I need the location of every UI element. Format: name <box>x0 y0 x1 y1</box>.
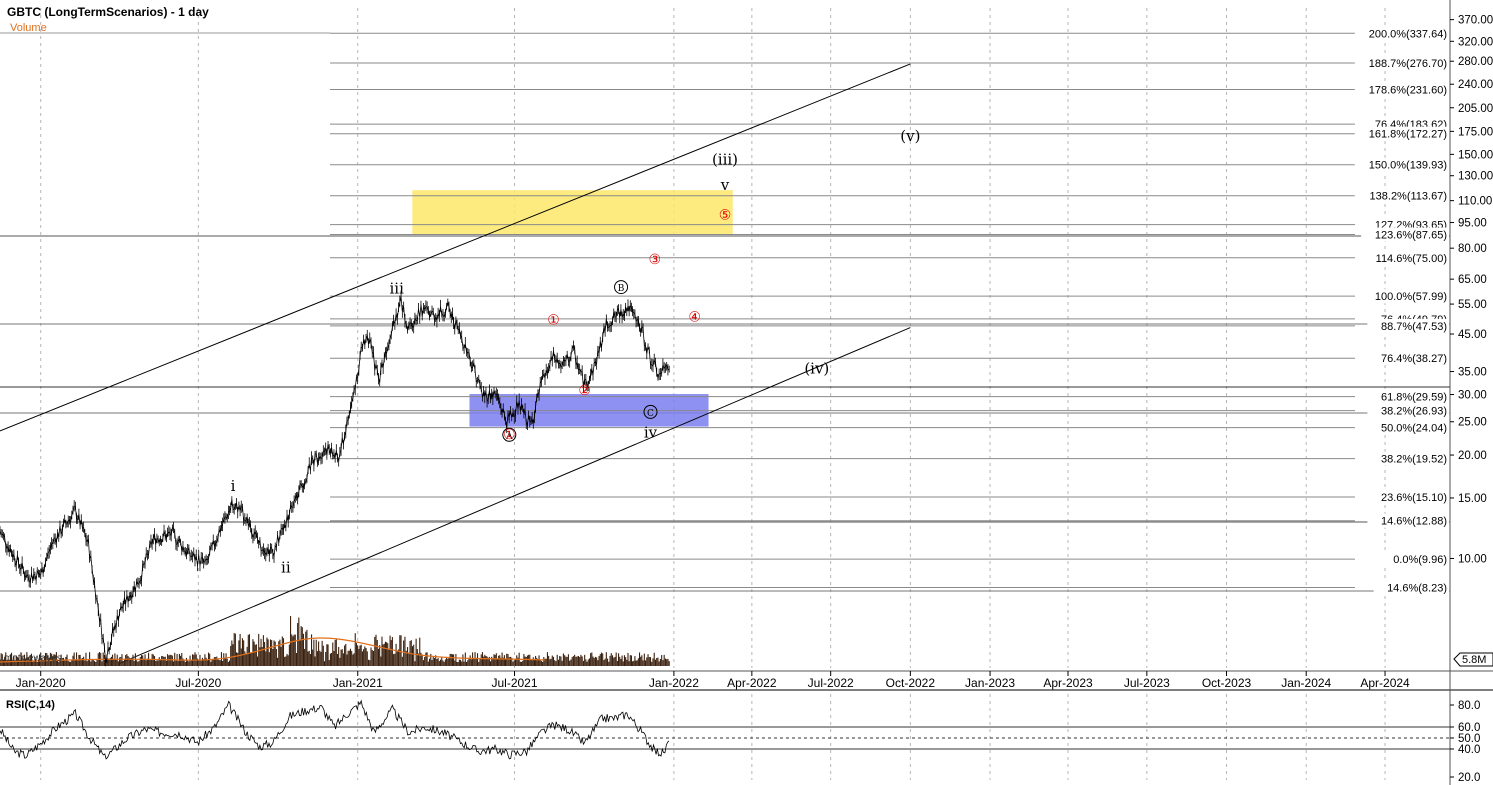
y-tick-label: 150.00 <box>1458 149 1493 161</box>
fib-level-label: 38.2%(19.52) <box>1381 454 1447 466</box>
fib-level-label: 76.4%(38.27) <box>1381 353 1447 365</box>
x-tick-label: Jul-2023 <box>1124 676 1170 690</box>
y-tick-label: 95.00 <box>1458 218 1487 230</box>
y-tick-label: 205.00 <box>1458 103 1493 115</box>
fib-level-label: 14.6%(12.88) <box>1381 516 1447 528</box>
x-tick-label: Oct-2022 <box>886 676 936 690</box>
rsi-y-tick-label: 20.0 <box>1458 772 1480 784</box>
fib-level-label: 150.0%(139.93) <box>1369 160 1447 172</box>
x-tick-label: Jan-2020 <box>16 676 66 690</box>
y-tick-label: 65.00 <box>1458 274 1487 286</box>
target-zone-yellow <box>412 190 733 234</box>
rsi-line <box>0 699 670 760</box>
fib-level-label: 178.6%(231.60) <box>1369 85 1447 97</box>
x-tick-label: Jul-2020 <box>175 676 221 690</box>
wave-label: B <box>618 284 625 294</box>
price-series <box>0 290 670 667</box>
fib-level-label: 188.7%(276.70) <box>1369 58 1447 70</box>
x-tick-label: Apr-2022 <box>727 676 777 690</box>
fib-level-label: 100.0%(57.99) <box>1375 291 1447 303</box>
fib-level-label: 23.6%(15.10) <box>1381 492 1447 504</box>
x-tick-label: Jan-2022 <box>649 676 699 690</box>
fib-levels: 200.0%(337.64) 188.7%(276.70) 178.6%(231.6… <box>330 26 1449 595</box>
stock-chart[interactable]: 200.0%(337.64) 188.7%(276.70) 178.6%(231.6… <box>0 0 1493 785</box>
fib-level-label: 50.0%(24.04) <box>1381 423 1447 435</box>
trend-channel <box>0 63 911 664</box>
wave-label: v <box>720 176 730 194</box>
channel-upper-line <box>0 63 911 432</box>
chart-title: GBTC (LongTermScenarios) - 1 day <box>7 5 209 19</box>
x-tick-label: Jul-2022 <box>808 676 854 690</box>
y-tick-label: 10.00 <box>1458 553 1487 565</box>
wave-label: ii <box>281 559 291 577</box>
rsi-panel[interactable]: 80.060.050.040.020.0 <box>0 699 1480 784</box>
fib-level-label: 200.0%(337.64) <box>1369 28 1447 40</box>
y-tick-label: 175.00 <box>1458 126 1493 138</box>
x-tick-label: Apr-2023 <box>1043 676 1093 690</box>
fib-level-label: 38.2%(26.93) <box>1381 406 1447 418</box>
chart-gridlines <box>0 0 1493 785</box>
x-tick-label: Jul-2021 <box>492 676 538 690</box>
watermark-text: motivewaves <box>4 653 62 664</box>
fib-level-label: 0.0%(9.96) <box>1393 554 1447 566</box>
y-tick-label: 130.00 <box>1458 171 1493 183</box>
wave-label: iii <box>390 280 405 298</box>
rsi-y-tick-label: 40.0 <box>1458 744 1480 756</box>
wave-label: i <box>231 477 236 495</box>
y-tick-label: 45.00 <box>1458 329 1487 341</box>
wave-label: C <box>647 409 654 419</box>
wave-label: (iii) <box>712 151 738 169</box>
fib-level-label: 114.6%(75.00) <box>1376 253 1447 265</box>
fib-level-label: 161.8%(172.27) <box>1369 129 1447 141</box>
wave-label: ① <box>547 312 560 328</box>
y-tick-label: 25.00 <box>1458 417 1487 429</box>
y-tick-label: 30.00 <box>1458 390 1487 402</box>
rsi-y-tick-label: 80.0 <box>1458 700 1480 712</box>
y-tick-label: 240.00 <box>1458 79 1493 91</box>
wave-label: (iv) <box>804 360 829 378</box>
y-tick-label: 370.00 <box>1458 15 1493 27</box>
x-tick-label: Oct-2023 <box>1202 676 1252 690</box>
wave-label: ② <box>578 383 591 399</box>
volume-value-label: 5.8M <box>1462 654 1486 666</box>
x-tick-label: Jan-2023 <box>965 676 1015 690</box>
time-axis[interactable]: Jan-2020 Jul-2020 Jan-2021 Jul-2021 Jan-2022… <box>16 671 1410 690</box>
volume-legend: Volume <box>10 22 47 34</box>
wave-label: ③ <box>649 252 662 268</box>
y-tick-label: 55.00 <box>1458 299 1487 311</box>
y-tick-label: 20.00 <box>1458 450 1487 462</box>
fib-level-label: 88.7%(47.53) <box>1381 321 1447 333</box>
wave-label: ④ <box>688 309 701 325</box>
y-tick-label: 110.00 <box>1458 196 1492 208</box>
fib-level-label: 138.2%(113.67) <box>1370 191 1447 203</box>
fib-level-label: 61.8%(29.59) <box>1381 392 1447 404</box>
channel-lower-line <box>119 327 911 664</box>
wave-label: (v) <box>900 127 920 145</box>
y-tick-label: 80.00 <box>1458 243 1487 255</box>
x-tick-label: Jan-2021 <box>333 676 383 690</box>
rsi-title: RSI(C,14) <box>6 699 55 711</box>
wave-label: iv <box>644 423 658 441</box>
price-line <box>0 296 670 663</box>
fib-level-label: 123.6%(87.65) <box>1375 230 1447 242</box>
y-tick-label: 280.00 <box>1458 56 1493 68</box>
x-tick-label: Apr-2024 <box>1360 676 1410 690</box>
x-tick-label: Jan-2024 <box>1281 676 1331 690</box>
fib-level-label: 14.6%(8.23) <box>1387 583 1447 595</box>
price-axis[interactable]: 370.00 320.00 280.00 240.00 205.00 175.00 150.… <box>1450 15 1493 667</box>
y-tick-label: 35.00 <box>1458 367 1487 379</box>
wave-label: ⑤ <box>719 207 732 223</box>
chart-zones <box>412 190 733 427</box>
y-tick-label: 15.00 <box>1458 493 1487 505</box>
wave-label: ① <box>503 427 516 443</box>
y-tick-label: 320.00 <box>1458 36 1493 48</box>
